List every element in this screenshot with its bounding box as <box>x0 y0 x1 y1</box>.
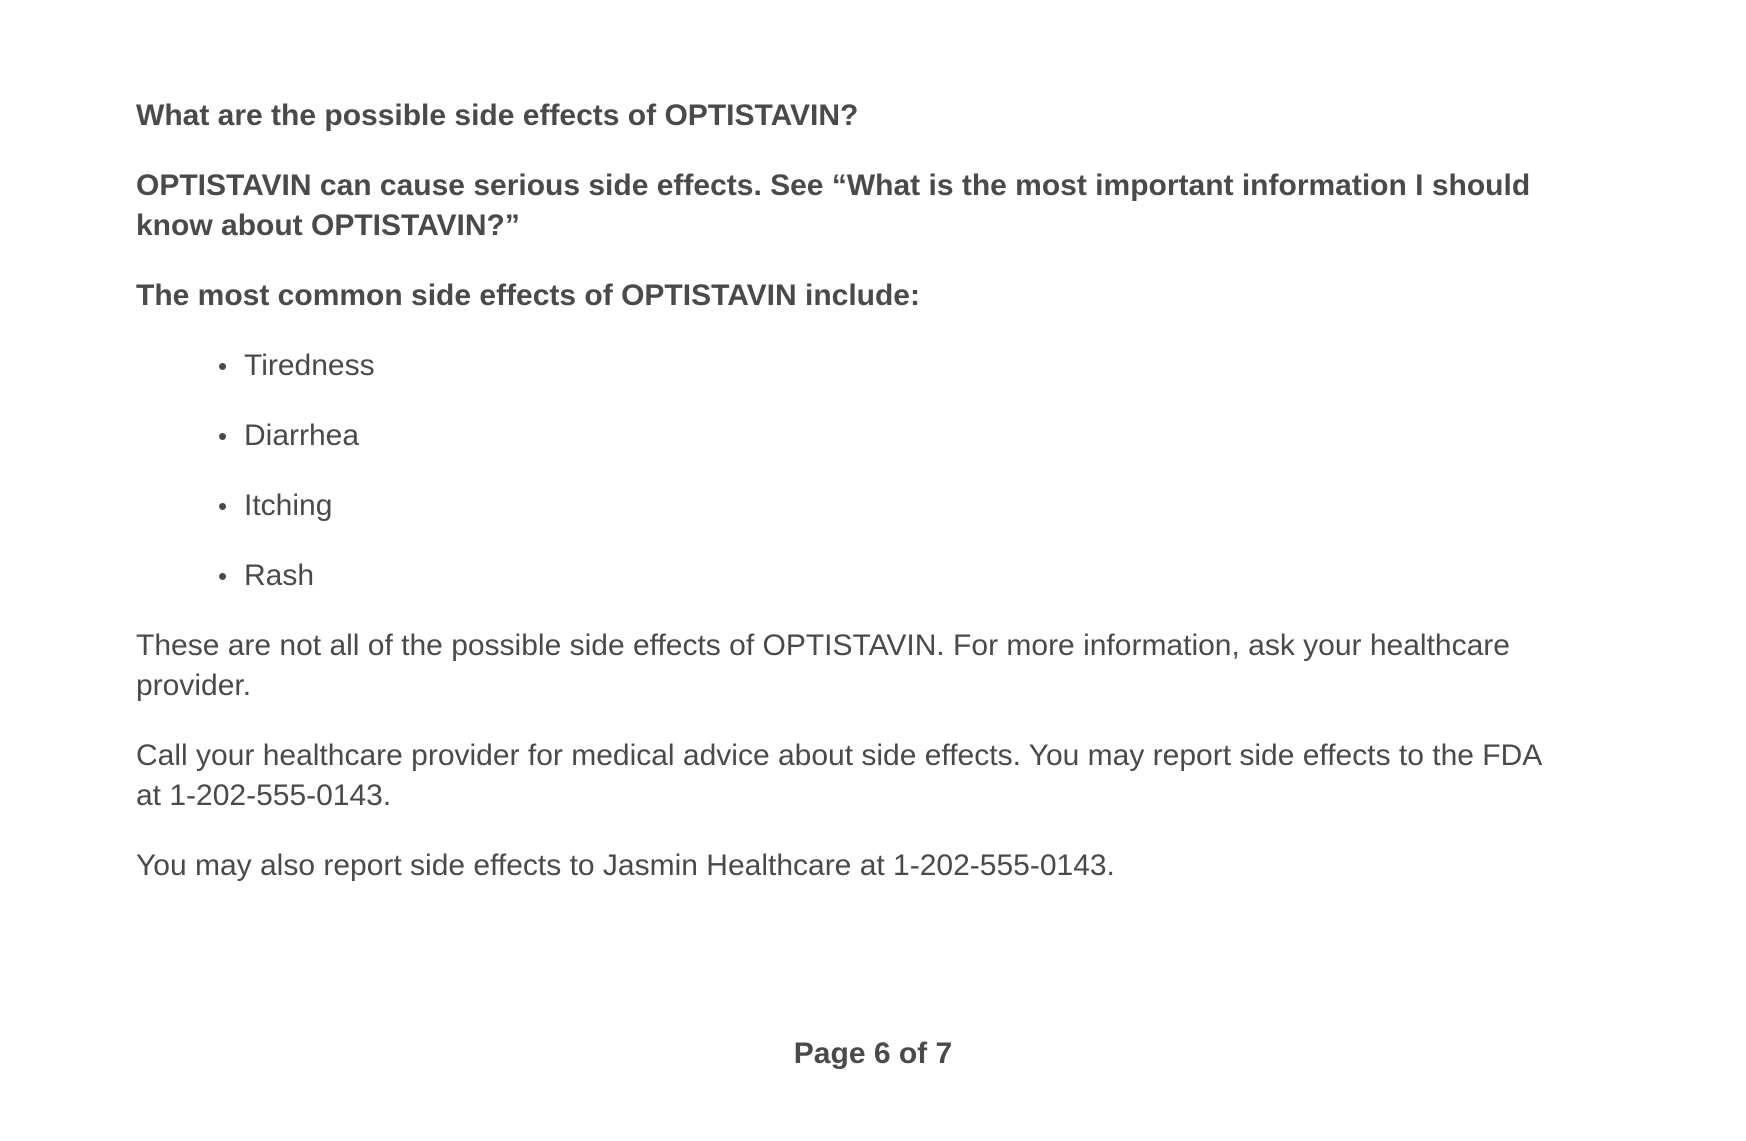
not-all-effects-note: These are not all of the possible side e… <box>136 629 1510 702</box>
serious-warning: OPTISTAVIN can cause serious side effect… <box>136 169 1531 242</box>
list-item-label: Diarrhea <box>244 419 360 452</box>
list-item: • Itching <box>218 486 1556 526</box>
list-item: • Diarrhea <box>218 416 1556 456</box>
side-effects-list: • Tiredness • Diarrhea • Itching • Rash <box>136 346 1556 596</box>
list-item-label: Rash <box>244 559 315 592</box>
bullet-icon: • <box>218 351 228 381</box>
list-item: • Tiredness <box>218 346 1556 386</box>
report-company-note: You may also report side effects to Jasm… <box>136 849 1115 882</box>
list-item-label: Tiredness <box>244 349 375 382</box>
bullet-icon: • <box>218 561 228 591</box>
call-provider-note: Call your healthcare provider for medica… <box>136 739 1541 812</box>
page-number: Page 6 of 7 <box>793 1037 953 1070</box>
common-effects-intro: The most common side effects of OPTISTAV… <box>136 279 920 312</box>
bullet-icon: • <box>218 491 228 521</box>
bullet-icon: • <box>218 421 228 451</box>
list-item: • Rash <box>218 556 1556 596</box>
document-page: What are the possible side effects of OP… <box>136 96 1556 916</box>
list-item-label: Itching <box>244 489 333 522</box>
section-heading: What are the possible side effects of OP… <box>136 99 859 132</box>
